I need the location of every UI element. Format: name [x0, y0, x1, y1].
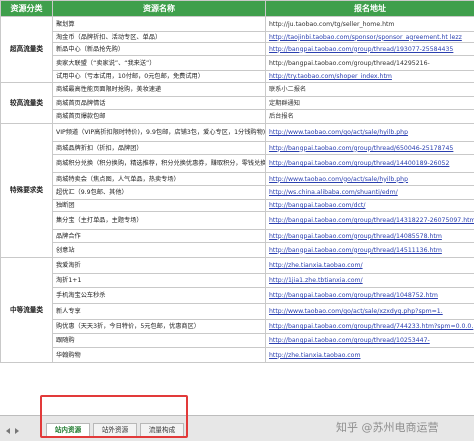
resource-name-cell[interactable]: 新品中心（新品抢先购）: [53, 43, 266, 56]
table-row: 淘折1+1http://1jia1.zhe.tbtianxia.com/: [1, 274, 474, 288]
table-row: 品牌合作http://bangpai.taobao.com/group/thre…: [1, 230, 474, 243]
signup-link-cell[interactable]: http://bangpai.taobao.com/group/thread/1…: [266, 230, 474, 243]
signup-link-cell[interactable]: http://bangpai.taobao.com/group/thread/1…: [266, 288, 474, 304]
signup-address-cell[interactable]: http://ju.taobao.com/tg/seller_home.htm: [266, 17, 474, 32]
signup-link-cell[interactable]: http://bangpai.taobao.com/group/thread/7…: [266, 320, 474, 334]
table-row: 较高流量类商城最高性能页面限时抢购，美妆速递联系小二报名: [1, 83, 474, 97]
signup-link-cell[interactable]: http://bangpai.taobao.com/group/thread/1…: [266, 43, 474, 56]
signup-link-cell[interactable]: http://www.taobao.com/go/act/sale/hyilb.…: [266, 173, 474, 186]
resource-name-cell[interactable]: 商城品牌折扣（折扣，品牌团）: [53, 142, 266, 155]
table-row: 商城积分兑换（积分换购，精选推荐，积分兑换优惠券，赚取积分，零钱兑换）http:…: [1, 155, 474, 173]
table-row: 新品中心（新品抢先购）http://bangpai.taobao.com/gro…: [1, 43, 474, 56]
table-row: 手机淘宝公车秒杀http://bangpai.taobao.com/group/…: [1, 288, 474, 304]
resource-name-cell[interactable]: 华翰购物: [53, 348, 266, 363]
resource-name-cell[interactable]: 新人专享: [53, 304, 266, 320]
table-row: 超高流量类聚划算http://ju.taobao.com/tg/seller_h…: [1, 17, 474, 32]
signup-link-cell[interactable]: http://bangpai.taobao.com/dct/: [266, 200, 474, 212]
table-row: 集分宝（主打单品，主题专场）http://bangpai.taobao.com/…: [1, 212, 474, 230]
resource-name-cell[interactable]: 聚划算: [53, 17, 266, 32]
scroll-right-arrow-icon[interactable]: [15, 428, 19, 434]
table-row: 淘金币（品牌折扣、活动专区、单品）http://taojinbi.taobao.…: [1, 32, 474, 43]
signup-link-cell[interactable]: http://bangpai.taobao.com/group/thread/1…: [266, 334, 474, 348]
table-row: 购优惠（天天3折，今日特价，5元包邮，优惠商区）http://bangpai.t…: [1, 320, 474, 334]
resource-name-cell[interactable]: 商城首页爆款包邮: [53, 110, 266, 124]
tabs-highlight-box: [40, 395, 188, 438]
table-body: 超高流量类聚划算http://ju.taobao.com/tg/seller_h…: [1, 17, 474, 363]
watermark: 知乎 @苏州电商运营: [336, 419, 439, 435]
resource-name-cell[interactable]: 集分宝（主打单品，主题专场）: [53, 212, 266, 230]
category-cell[interactable]: 特殊要求类: [1, 124, 53, 258]
signup-link-cell[interactable]: http://1jia1.zhe.tbtianxia.com/: [266, 274, 474, 288]
table-row: 商城首页品牌情话定期群通知: [1, 97, 474, 110]
signup-link-cell[interactable]: http://www.taobao.com/go/act/sale/xzxdyq…: [266, 304, 474, 320]
resource-name-cell[interactable]: 独断团: [53, 200, 266, 212]
table-row: 卖家大联盟（“卖家说”、“我来送”）http://bangpai.taobao.…: [1, 56, 474, 71]
signup-address-cell[interactable]: 定期群通知: [266, 97, 474, 110]
header-row: 资源分类 资源名称 报名地址: [1, 1, 474, 17]
table-row: 独断团http://bangpai.taobao.com/dct/: [1, 200, 474, 212]
signup-link-cell[interactable]: http://zhe.tianxia.taobao.com/: [266, 258, 474, 274]
table-row: 跟随购http://bangpai.taobao.com/group/threa…: [1, 334, 474, 348]
resource-name-cell[interactable]: 我爱淘折: [53, 258, 266, 274]
category-cell[interactable]: 较高流量类: [1, 83, 53, 124]
resource-name-cell[interactable]: 卖家大联盟（“卖家说”、“我来送”）: [53, 56, 266, 71]
table-row: 超优汇（9.9包邮、其他）http://ws.china.alibaba.com…: [1, 186, 474, 200]
signup-link-cell[interactable]: http://try.taobao.com/shoper_index.htm: [266, 71, 474, 83]
resource-name-cell[interactable]: 淘折1+1: [53, 274, 266, 288]
table-row: 新人专享http://www.taobao.com/go/act/sale/xz…: [1, 304, 474, 320]
table-row: 中等流量类我爱淘折http://zhe.tianxia.taobao.com/: [1, 258, 474, 274]
resource-name-cell[interactable]: 手机淘宝公车秒杀: [53, 288, 266, 304]
signup-link-cell[interactable]: http://zhe.tianxia.taobao.com: [266, 348, 474, 363]
resource-name-cell[interactable]: 商城最高性能页面限时抢购，美妆速递: [53, 83, 266, 97]
resource-name-cell[interactable]: 淘金币（品牌折扣、活动专区、单品）: [53, 32, 266, 43]
header-address[interactable]: 报名地址: [266, 1, 474, 17]
signup-link-cell[interactable]: http://bangpai.taobao.com/group/thread/1…: [266, 155, 474, 173]
spreadsheet-area: 资源分类 资源名称 报名地址 超高流量类聚划算http://ju.taobao.…: [0, 0, 474, 415]
signup-address-cell[interactable]: 后台报名: [266, 110, 474, 124]
resource-name-cell[interactable]: 跟随购: [53, 334, 266, 348]
category-cell[interactable]: 超高流量类: [1, 17, 53, 83]
signup-link-cell[interactable]: http://ws.china.alibaba.com/shuanti/edm/: [266, 186, 474, 200]
category-cell[interactable]: 中等流量类: [1, 258, 53, 363]
header-name[interactable]: 资源名称: [53, 1, 266, 17]
resource-name-cell[interactable]: 创意站: [53, 243, 266, 258]
resource-name-cell[interactable]: 购优惠（天天3折，今日特价，5元包邮，优惠商区）: [53, 320, 266, 334]
scroll-left-arrow-icon[interactable]: [6, 428, 10, 434]
signup-link-cell[interactable]: http://www.taobao.com/go/act/sale/hyilb.…: [266, 124, 474, 142]
resource-name-cell[interactable]: 试用中心（亏本试用，10付邮，0元包邮，免费试用）: [53, 71, 266, 83]
signup-link-cell[interactable]: http://bangpai.taobao.com/group/thread/1…: [266, 243, 474, 258]
header-category[interactable]: 资源分类: [1, 1, 53, 17]
table-row: 商城特卖会（焦点图，人气单品，热卖专场）http://www.taobao.co…: [1, 173, 474, 186]
signup-link-cell[interactable]: http://taojinbi.taobao.com/sponsor/spons…: [266, 32, 474, 43]
resource-name-cell[interactable]: 商城特卖会（焦点图，人气单品，热卖专场）: [53, 173, 266, 186]
table-row: 创意站http://bangpai.taobao.com/group/threa…: [1, 243, 474, 258]
table-row: 商城首页爆款包邮后台报名: [1, 110, 474, 124]
resource-name-cell[interactable]: 商城首页品牌情话: [53, 97, 266, 110]
table-row: 特殊要求类VIP频道（VIP高折扣限时特价)，9.9包邮，店铺3包，爱心专区，1…: [1, 124, 474, 142]
resource-name-cell[interactable]: 超优汇（9.9包邮、其他）: [53, 186, 266, 200]
signup-address-cell[interactable]: http://bangpai.taobao.com/group/thread/1…: [266, 56, 474, 71]
resource-name-cell[interactable]: VIP频道（VIP高折扣限时特价)，9.9包邮，店铺3包，爱心专区，1分钱购物): [53, 124, 266, 142]
resource-name-cell[interactable]: 商城积分兑换（积分换购，精选推荐，积分兑换优惠券，赚取积分，零钱兑换）: [53, 155, 266, 173]
signup-link-cell[interactable]: http://bangpai.taobao.com/group/thread/1…: [266, 212, 474, 230]
table-row: 试用中心（亏本试用，10付邮，0元包邮，免费试用）http://try.taob…: [1, 71, 474, 83]
resource-table: 资源分类 资源名称 报名地址 超高流量类聚划算http://ju.taobao.…: [0, 0, 474, 363]
signup-link-cell[interactable]: http://bangpai.taobao.com/group/thread/6…: [266, 142, 474, 155]
table-row: 华翰购物http://zhe.tianxia.taobao.com: [1, 348, 474, 363]
signup-address-cell[interactable]: 联系小二报名: [266, 83, 474, 97]
resource-name-cell[interactable]: 品牌合作: [53, 230, 266, 243]
table-row: 商城品牌折扣（折扣，品牌团）http://bangpai.taobao.com/…: [1, 142, 474, 155]
